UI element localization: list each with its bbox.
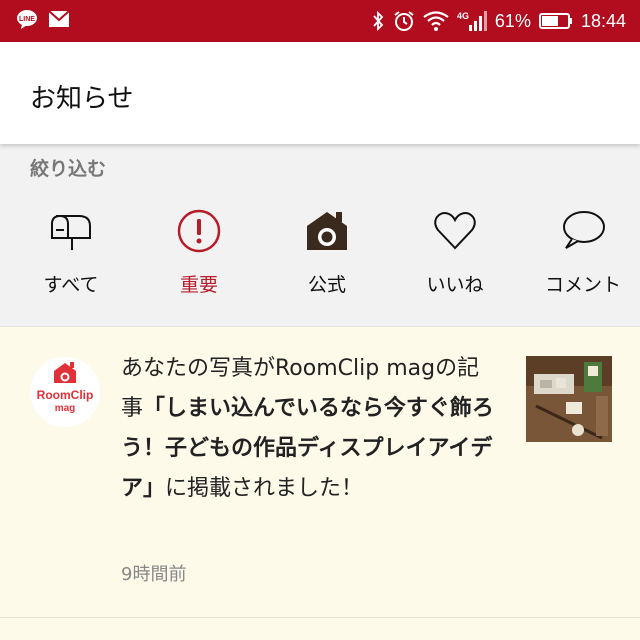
notification-time: 9時間前 <box>121 564 187 585</box>
app-bar: お知らせ <box>0 42 640 144</box>
filter-comment-label: コメント <box>544 274 621 296</box>
notification-item[interactable]: RoomClip mag あなたの写真がRoomClip magの記事「しまい込… <box>0 327 640 617</box>
filter-label: 絞り込む <box>30 158 107 180</box>
mailbox-icon <box>51 215 91 250</box>
network-type: 4G <box>457 11 469 21</box>
avatar[interactable]: RoomClip mag <box>30 357 100 427</box>
divider <box>0 617 640 618</box>
comment-icon <box>563 211 605 249</box>
line-icon: LINE <box>16 9 38 29</box>
message-suffix: に掲載されました！ <box>165 476 364 501</box>
bluetooth-icon <box>371 10 385 32</box>
filter-comment[interactable]: コメント <box>528 206 638 306</box>
filter-like[interactable]: いいね <box>400 206 510 306</box>
filter-all-label: すべて <box>43 274 99 296</box>
filter-official[interactable]: 公式 <box>272 206 382 306</box>
heart-icon <box>434 212 476 250</box>
page-title: お知らせ <box>30 84 134 114</box>
wifi-icon <box>423 11 449 31</box>
battery-percent: 61% <box>494 10 531 31</box>
svg-text:LINE: LINE <box>19 16 35 23</box>
svg-text:mag: mag <box>55 403 76 414</box>
notification-message: あなたの写真がRoomClip magの記事「しまい込んでいるなら今すぐ飾ろう！… <box>121 349 501 509</box>
official-house-camera-icon <box>307 212 347 250</box>
filter-all[interactable]: すべて <box>16 206 126 306</box>
filter-important[interactable]: 重要 <box>144 206 254 306</box>
filter-section: 絞り込む すべて 重要 公式 いいね コメント <box>0 144 640 327</box>
status-bar: LINE 4G 61% 18:44 <box>0 0 640 42</box>
roomclip-mag-logo: RoomClip mag <box>37 362 94 414</box>
battery-icon <box>538 12 573 30</box>
svg-text:RoomClip: RoomClip <box>37 388 94 402</box>
filter-important-label: 重要 <box>179 274 218 296</box>
alarm-icon <box>393 10 415 32</box>
mail-icon <box>48 10 70 28</box>
filter-official-label: 公式 <box>307 274 346 296</box>
important-icon <box>177 209 221 253</box>
signal-icon: 4G <box>457 10 487 32</box>
photo-thumbnail[interactable] <box>526 356 612 442</box>
clock: 18:44 <box>580 10 626 31</box>
filter-like-label: いいね <box>426 274 484 296</box>
